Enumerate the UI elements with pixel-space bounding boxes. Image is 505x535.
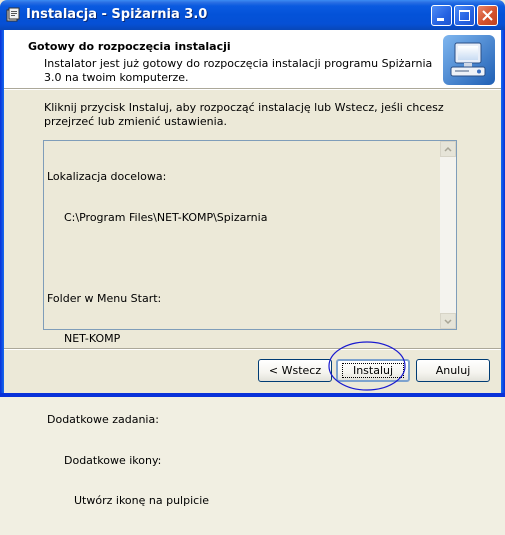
close-icon [482,10,493,21]
ready-memo[interactable]: Lokalizacja docelowa: C:\Program Files\N… [43,140,457,507]
page-description: Instalator jest już gotowy do rozpoczęci… [44,57,433,84]
minimize-icon [437,18,444,21]
memo-line: C:\Program Files\NET-KOMP\Spizarnia [64,210,268,224]
installer-window: Instalacja - Spiżarnia 3.0 Gotowy do roz… [0,0,505,507]
maximize-icon [459,10,470,21]
setup-icon [6,7,22,23]
memo-line: NET-KOMP [64,332,121,345]
memo-line: Lokalizacja docelowa: [47,170,167,183]
wizard-header: Gotowy do rozpoczęcia instalacji Instala… [4,30,501,88]
memo-text: Lokalizacja docelowa: C:\Program Files\N… [47,143,437,535]
install-button-label: Instaluj [342,363,404,378]
window-frame-right [501,30,505,397]
chevron-down-icon [444,319,452,325]
scroll-up-button[interactable] [440,141,456,157]
instruction-text: Kliknij przycisk Instaluj, aby rozpocząć… [44,101,444,128]
install-button[interactable]: Instaluj [336,359,410,382]
chevron-up-icon [444,146,452,152]
memo-line: Folder w Menu Start: [47,291,162,305]
scroll-down-button[interactable] [440,313,456,329]
footer-divider [4,348,501,350]
close-button[interactable] [477,5,498,26]
computer-install-icon [442,34,496,86]
memo-line: Dodatkowe zadania: [47,413,159,426]
back-button[interactable]: < Wstecz [258,359,332,382]
maximize-button[interactable] [454,5,475,26]
page-title: Gotowy do rozpoczęcia instalacji [28,40,231,53]
memo-line: Utwórz ikonę na pulpicie [74,494,210,507]
header-divider [4,88,501,90]
window-title: Instalacja - Spiżarnia 3.0 [26,7,208,22]
title-bar[interactable]: Instalacja - Spiżarnia 3.0 [0,0,505,30]
memo-line [47,251,437,265]
cancel-button[interactable]: Anuluj [416,359,490,382]
memo-line: Dodatkowe ikony: [64,453,162,467]
vertical-scrollbar[interactable] [440,141,456,329]
minimize-button[interactable] [431,5,452,26]
